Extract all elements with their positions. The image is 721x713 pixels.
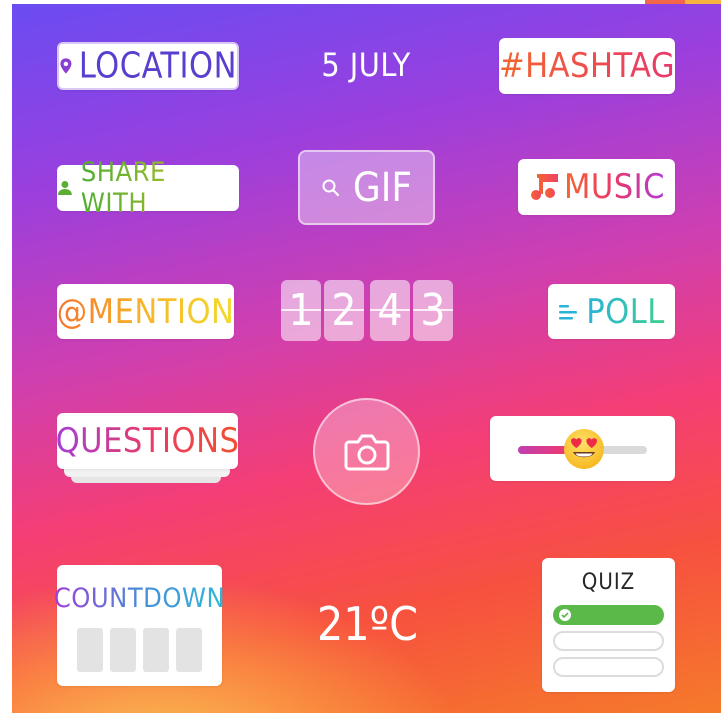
questions-sticker-group[interactable]: QUESTIONS — [55, 413, 240, 485]
person-icon — [57, 181, 72, 195]
quiz-label: QUIZ — [581, 570, 636, 595]
search-icon — [322, 179, 339, 196]
location-label: LOCATION — [78, 45, 237, 87]
camera-sticker-button[interactable] — [313, 398, 420, 505]
date-sticker[interactable]: 5 JULY — [310, 46, 422, 84]
emoji-slider-sticker[interactable] — [490, 416, 675, 481]
clock-digit[interactable]: 4 — [370, 280, 410, 341]
music-sticker[interactable]: MUSIC — [518, 159, 675, 215]
countdown-digit-box — [77, 628, 103, 672]
share-with-label: SHARE WITH — [81, 157, 239, 219]
quiz-sticker[interactable]: QUIZ — [542, 558, 675, 692]
questions-sticker[interactable]: QUESTIONS — [55, 413, 240, 469]
hashtag-label: #HASHTAG — [498, 46, 676, 86]
heart-eyes-emoji-icon[interactable] — [562, 427, 606, 471]
countdown-digit-box — [143, 628, 169, 672]
countdown-label: COUNTDOWN — [53, 583, 226, 614]
music-label: MUSIC — [563, 167, 666, 207]
temperature-sticker[interactable]: 21ºC — [300, 597, 435, 651]
location-pin-icon — [60, 58, 72, 74]
quiz-option-correct — [553, 605, 664, 625]
poll-label: POLL — [586, 291, 665, 332]
check-icon — [559, 609, 571, 621]
share-with-sticker[interactable]: SHARE WITH — [57, 157, 239, 219]
camera-icon — [344, 434, 389, 470]
countdown-digit-boxes — [77, 628, 202, 672]
mention-label: @MENTION — [56, 291, 235, 332]
location-sticker[interactable]: LOCATION — [57, 42, 239, 90]
clock-digit[interactable]: 2 — [324, 280, 364, 341]
clock-digit[interactable]: 3 — [413, 280, 453, 341]
questions-label: QUESTIONS — [55, 421, 240, 461]
poll-sticker[interactable]: POLL — [548, 284, 675, 339]
corner-accent — [685, 0, 721, 4]
gif-label: GIF — [352, 164, 413, 211]
hashtag-sticker[interactable]: #HASHTAG — [499, 38, 675, 94]
quiz-option — [553, 657, 664, 677]
mention-sticker[interactable]: @MENTION — [57, 284, 234, 339]
countdown-digit-box — [110, 628, 136, 672]
countdown-digit-box — [176, 628, 202, 672]
gif-sticker[interactable]: GIF — [298, 150, 435, 225]
corner-accent — [645, 0, 685, 4]
clock-digit[interactable]: 1 — [281, 280, 321, 341]
poll-lines-icon — [559, 304, 578, 319]
countdown-sticker[interactable]: COUNTDOWN — [53, 565, 226, 686]
music-note-icon — [530, 174, 558, 200]
quiz-option — [553, 631, 664, 651]
